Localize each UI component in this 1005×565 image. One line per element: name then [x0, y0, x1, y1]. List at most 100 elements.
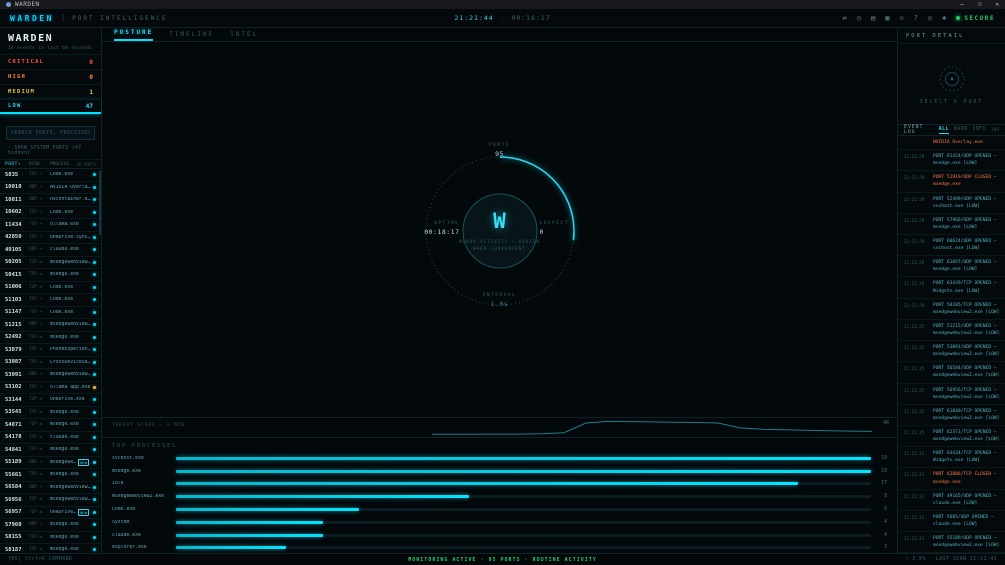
- event-entry[interactable]: 21:21:23 PORT 63434/TCP OPENED — Widgets.…: [898, 447, 1005, 469]
- tab-intel[interactable]: INTEL: [230, 31, 258, 41]
- event-entry[interactable]: 21:21:23 PORT 5685/UDP OPENED — claude.ex…: [898, 511, 1005, 533]
- port-row[interactable]: 42050 TCP → OneDrive.Sync.Serv...: [0, 232, 101, 244]
- port-row[interactable]: 53079 TCP ⇄ PhoneExperienceH...: [0, 344, 101, 357]
- arrows-icon[interactable]: ⇄: [843, 14, 847, 22]
- event-entry[interactable]: 21:21:29 PORT 61424/UDP OPENED — msedge.e…: [898, 150, 1005, 172]
- port-process-name: msedgewebview2.exe: [50, 497, 91, 503]
- severity-filter-high[interactable]: HIGH 0: [0, 69, 101, 84]
- port-protocol: TCP →: [29, 297, 42, 303]
- event-entry[interactable]: 21:21:29 PORT 61097/UDP OPENED — msedge.e…: [898, 256, 1005, 278]
- settings-icon[interactable]: ✱: [942, 14, 946, 22]
- port-row[interactable]: 58155 TCP ⇄ msedge.exe: [0, 532, 101, 544]
- event-entry[interactable]: 21:21:23 PORT 49165/UDP OPENED — claude.e…: [898, 490, 1005, 511]
- help-icon[interactable]: ?: [914, 14, 918, 22]
- port-number: 53102: [5, 384, 22, 391]
- target-icon[interactable]: ◎: [928, 14, 932, 22]
- event-entry[interactable]: 21:21:25 PORT 56956/TCP OPENED — msedgewe…: [898, 384, 1005, 405]
- minimize-button[interactable]: —: [960, 0, 964, 9]
- column-port[interactable]: PORT↑: [5, 162, 29, 167]
- search-input[interactable]: [6, 126, 95, 140]
- event-entry[interactable]: 21:21:23 PORT 62886/TCP CLOSED — msedge.e…: [898, 468, 1005, 490]
- command-hint[interactable]: [05] Ctrl+K COMMAND: [8, 557, 72, 562]
- port-protocol: UDP →: [29, 372, 42, 378]
- port-row[interactable]: 51215 UDP → msedgewebview2.exe: [0, 319, 101, 332]
- port-row[interactable]: 51147 TCP → Code.exe: [0, 307, 101, 319]
- process-name: System: [112, 519, 130, 525]
- event-entry[interactable]: 21:21:25 PORT 62371/TCP OPENED — msedgewe…: [898, 426, 1005, 448]
- event-filter-all[interactable]: ALL: [938, 127, 949, 134]
- port-row[interactable]: 58187 TCP ⇄ msedge.exe: [0, 544, 101, 553]
- event-entry[interactable]: 21:21:25 PORT 53091/UDP OPENED — msedgewe…: [898, 341, 1005, 363]
- process-bar-row: Code.exe 5: [112, 503, 887, 516]
- port-row[interactable]: 56957 TCP ⇄ OneDrive.exeNEW: [0, 507, 101, 519]
- port-row[interactable]: 50415 TCP ⇄ msedge.exe: [0, 269, 101, 282]
- port-process-name: ollama app.exe: [50, 384, 91, 390]
- grid-icon[interactable]: ▦: [885, 14, 889, 22]
- port-row[interactable]: 54178 TCP ⇄ claude.exe: [0, 432, 101, 444]
- port-row[interactable]: 50205 TCP ⇄ msedgewebview2.exe: [0, 257, 101, 269]
- event-timestamp: 21:21:25: [904, 429, 925, 435]
- sidebar-scrollbar[interactable]: [99, 171, 101, 235]
- port-process-name: claude.exe: [50, 434, 79, 440]
- clock-icon[interactable]: ◷: [857, 14, 861, 22]
- port-protocol: TCP ⇄: [29, 497, 42, 503]
- event-timestamp: 21:21:25: [904, 345, 925, 351]
- maximize-button[interactable]: ❐: [978, 0, 982, 9]
- port-row[interactable]: 49105 UDP → claude.exe: [0, 244, 101, 257]
- port-row[interactable]: 54071 TCP ⇄ msedge.exe: [0, 419, 101, 432]
- port-process-name: OneDrive.exe: [50, 397, 85, 403]
- event-message: PORT 50205/TCP OPENED — msedgewebview2.e…: [933, 302, 1000, 315]
- port-row[interactable]: 51006 TCP ⇄ Code.exe: [0, 282, 101, 294]
- port-row[interactable]: 55661 TCP ⇄ msedge.exe: [0, 469, 101, 482]
- event-entry[interactable]: 21:21:29 PORT 60624/UDP OPENED — svchost.…: [898, 235, 1005, 257]
- event-entry[interactable]: 21:21:29 PORT 52499/UDP OPENED — svchost.…: [898, 193, 1005, 214]
- event-entry[interactable]: 21:21:29 PORT 51919/UDP CLOSED — msedge.e…: [898, 171, 1005, 193]
- event-entry[interactable]: 21:21:29 PORT 50205/TCP OPENED — msedgewe…: [898, 299, 1005, 320]
- port-row[interactable]: 53144 TCP ⇄ OneDrive.exe: [0, 394, 101, 407]
- port-row[interactable]: 54841 TCP ⇄ msedge.exe: [0, 444, 101, 457]
- port-process-name: msedge.exe: [50, 472, 79, 478]
- port-row[interactable]: 56956 TCP ⇄ msedgewebview2.exe: [0, 494, 101, 507]
- tab-posture[interactable]: POSTURE: [114, 29, 154, 41]
- port-row[interactable]: 10010 UDP → NVIDIA Overlay.exe: [0, 182, 101, 194]
- event-entry[interactable]: 21:21:29 PORT 57966/UDP OPENED — msedge.e…: [898, 214, 1005, 235]
- port-row[interactable]: 5835 TCP → Code.exe: [0, 169, 101, 182]
- close-button[interactable]: ✕: [995, 0, 999, 9]
- port-row[interactable]: 52492 TCP ⇄ msedge.exe: [0, 332, 101, 344]
- port-row[interactable]: 53545 TCP ⇄ msedge.exe: [0, 407, 101, 419]
- process-bar-row: Idle 17: [112, 478, 887, 491]
- port-row[interactable]: 55189 UDP → msedgewebv...NEW: [0, 457, 101, 469]
- event-timestamp: 21:21:25: [904, 387, 925, 393]
- event-message: PORT 56956/TCP OPENED — msedgewebview2.e…: [933, 387, 1000, 400]
- severity-filter-low[interactable]: LOW 47: [0, 99, 101, 114]
- event-entry[interactable]: NVIDIA Overlay.exe: [898, 136, 1005, 151]
- gauge-status-text: MINOR ACTIVITY — REVIEW WHEN CONVENIENT: [459, 239, 540, 252]
- port-row[interactable]: 51103 TCP → Code.exe: [0, 294, 101, 307]
- rows-icon[interactable]: ▤: [871, 14, 875, 22]
- port-row[interactable]: 56584 UDP → msedgewebview2.exe: [0, 482, 101, 494]
- event-entry[interactable]: 21:21:23 PORT 55189/UDP OPENED — msedgewe…: [898, 532, 1005, 553]
- severity-filter-medium[interactable]: MEDIUM 1: [0, 84, 101, 99]
- port-row[interactable]: 10011 UDP → nvcontainer.exe: [0, 194, 101, 207]
- event-filter-warn[interactable]: WARN: [954, 127, 968, 134]
- event-entry[interactable]: 21:21:25 PORT 51215/UDP OPENED — msedgewe…: [898, 320, 1005, 342]
- port-row[interactable]: 10602 TCP → Code.exe: [0, 207, 101, 219]
- process-bar-row: claude.exe 4: [112, 529, 887, 542]
- event-entry[interactable]: 21:21:25 PORT 61040/TCP OPENED — msedgewe…: [898, 405, 1005, 426]
- event-filter-info[interactable]: INFO: [973, 127, 987, 134]
- event-entry[interactable]: 21:21:25 PORT 56584/UDP OPENED — msedgewe…: [898, 362, 1005, 384]
- port-row[interactable]: 53102 TCP → ollama app.exe: [0, 382, 101, 394]
- event-message: PORT 62886/TCP CLOSED — msedge.exe: [933, 472, 997, 485]
- severity-filter-critical[interactable]: CRITICAL 0: [0, 54, 101, 69]
- show-system-ports-toggle[interactable]: › SHOW SYSTEM PORTS (47 hidden): [0, 142, 101, 159]
- port-row[interactable]: 57960 UDP → msedge.exe: [0, 519, 101, 532]
- port-table-header: PORT↑ RISK PROCESS 48 PORTS: [0, 159, 101, 169]
- tab-timeline[interactable]: TIMELINE: [169, 31, 214, 41]
- process-bar-track: [176, 546, 871, 550]
- port-row[interactable]: 53091 UDP → msedgewebview2.exe: [0, 369, 101, 382]
- port-number: 53091: [5, 371, 22, 378]
- port-row[interactable]: 11434 TCP → ollama.exe: [0, 219, 101, 232]
- port-row[interactable]: 53087 TCP ⇄ CrossDeviceService...: [0, 357, 101, 369]
- event-entry[interactable]: 21:21:29 PORT 63439/TCP OPENED — Widgets.…: [898, 277, 1005, 299]
- diamond-icon[interactable]: ◇: [899, 14, 903, 22]
